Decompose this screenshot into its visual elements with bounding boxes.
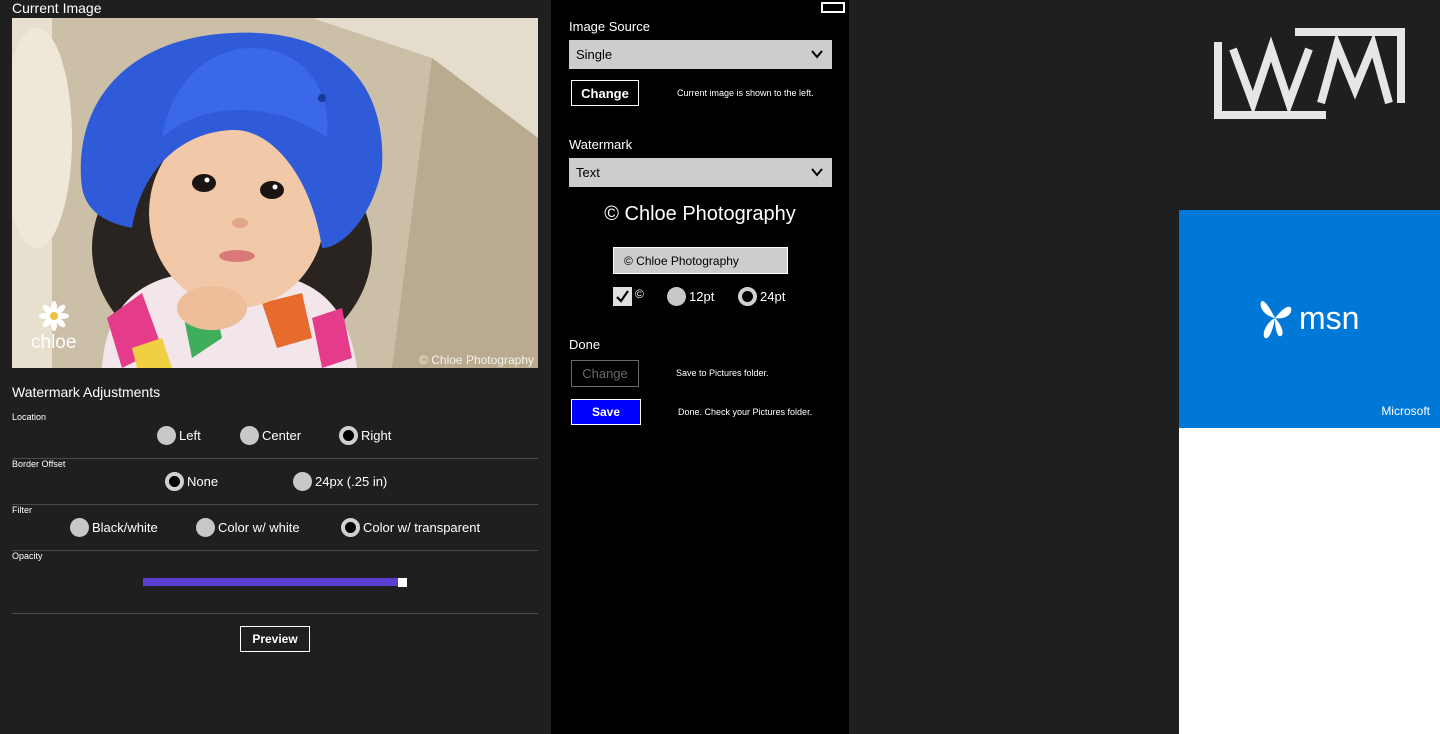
checkbox-box — [613, 287, 632, 306]
watermark-label: Watermark — [569, 137, 633, 152]
image-source-selected: Single — [576, 47, 613, 62]
watermark-text-preview: © Chloe Photography — [604, 203, 796, 225]
radio-label: Right — [361, 428, 392, 443]
opacity-slider-thumb[interactable] — [398, 578, 407, 587]
wm-app-logo — [1213, 27, 1408, 127]
done-label: Done — [569, 337, 601, 352]
radio-circle-selected — [165, 472, 184, 491]
watermark-text-input[interactable] — [613, 247, 788, 274]
radio-label: Color w/ white — [218, 520, 300, 535]
location-center-radio[interactable]: Center — [240, 426, 301, 445]
chevron-down-icon — [811, 168, 823, 177]
image-source-label: Image Source — [569, 19, 650, 34]
divider — [12, 550, 538, 551]
butterfly-icon — [1260, 300, 1292, 339]
radio-circle-selected — [738, 287, 757, 306]
radio-circle — [70, 518, 89, 537]
settings-pane: Image Source Single Change Current image… — [551, 0, 849, 734]
image-source-select[interactable]: Single — [569, 40, 832, 69]
current-image-title: Current Image — [12, 0, 102, 16]
photo-watermark-text: © Chloe Photography — [419, 353, 534, 367]
filter-color-transparent-radio[interactable]: Color w/ transparent — [341, 518, 480, 537]
filter-color-white-radio[interactable]: Color w/ white — [196, 518, 300, 537]
save-status-note: Done. Check your Pictures folder. — [678, 407, 813, 417]
opacity-label: Opacity — [12, 551, 43, 561]
radio-label: Center — [262, 428, 302, 443]
radio-circle — [240, 426, 259, 445]
radio-label: Black/white — [92, 520, 158, 535]
filter-label: Filter — [12, 505, 32, 515]
copyright-checkbox[interactable]: © — [613, 287, 644, 306]
font-size-12pt-radio[interactable]: 12pt — [667, 287, 714, 306]
opacity-slider-track — [143, 578, 398, 586]
border-offset-none-radio[interactable]: None — [165, 472, 218, 491]
msn-text: msn — [1299, 299, 1360, 336]
maximize-icon[interactable] — [821, 2, 845, 13]
save-location-note: Save to Pictures folder. — [676, 368, 769, 378]
radio-circle-selected — [341, 518, 360, 537]
location-right-radio[interactable]: Right — [339, 426, 391, 445]
left-pane: Current Image chloe © Chloe Photography … — [0, 0, 551, 734]
radio-label: Left — [179, 428, 201, 443]
msn-logo: msn — [1259, 296, 1359, 340]
preview-button[interactable]: Preview — [240, 626, 310, 652]
done-change-button[interactable]: Change — [571, 360, 639, 387]
watermark-type-selected: Text — [576, 165, 600, 180]
microsoft-label: Microsoft — [1381, 404, 1430, 418]
copyright-checkbox-label: © — [635, 287, 644, 301]
image-source-note: Current image is shown to the left. — [677, 88, 814, 98]
current-image-preview: chloe © Chloe Photography — [12, 18, 538, 368]
radio-label: None — [187, 474, 219, 489]
location-label: Location — [12, 412, 47, 422]
font-size-24pt-radio[interactable]: 24pt — [738, 287, 785, 306]
filter-black-white-radio[interactable]: Black/white — [70, 518, 158, 537]
border-offset-24px-radio[interactable]: 24px (.25 in) — [293, 472, 387, 491]
watermark-type-select[interactable]: Text — [569, 158, 832, 187]
chevron-down-icon — [811, 50, 823, 59]
white-panel — [1179, 428, 1440, 734]
image-source-change-button[interactable]: Change — [571, 80, 639, 106]
location-left-radio[interactable]: Left — [157, 426, 201, 445]
photo-logo-text: chloe — [31, 332, 76, 353]
divider — [12, 504, 538, 505]
checkmark-icon — [616, 290, 629, 303]
radio-label: 12pt — [689, 289, 715, 304]
radio-circle — [293, 472, 312, 491]
radio-label: 24pt — [760, 289, 786, 304]
save-button[interactable]: Save — [571, 399, 641, 425]
radio-circle — [196, 518, 215, 537]
radio-circle — [157, 426, 176, 445]
radio-circle-selected — [339, 426, 358, 445]
msn-tile[interactable]: msn Microsoft — [1179, 210, 1440, 428]
divider — [12, 458, 538, 459]
opacity-slider[interactable] — [143, 574, 407, 590]
radio-label: Color w/ transparent — [363, 520, 481, 535]
divider — [12, 613, 538, 614]
radio-label: 24px (.25 in) — [315, 474, 388, 489]
watermark-adjustments-title: Watermark Adjustments — [12, 384, 161, 400]
radio-circle — [667, 287, 686, 306]
border-offset-label: Border Offset — [12, 459, 66, 469]
